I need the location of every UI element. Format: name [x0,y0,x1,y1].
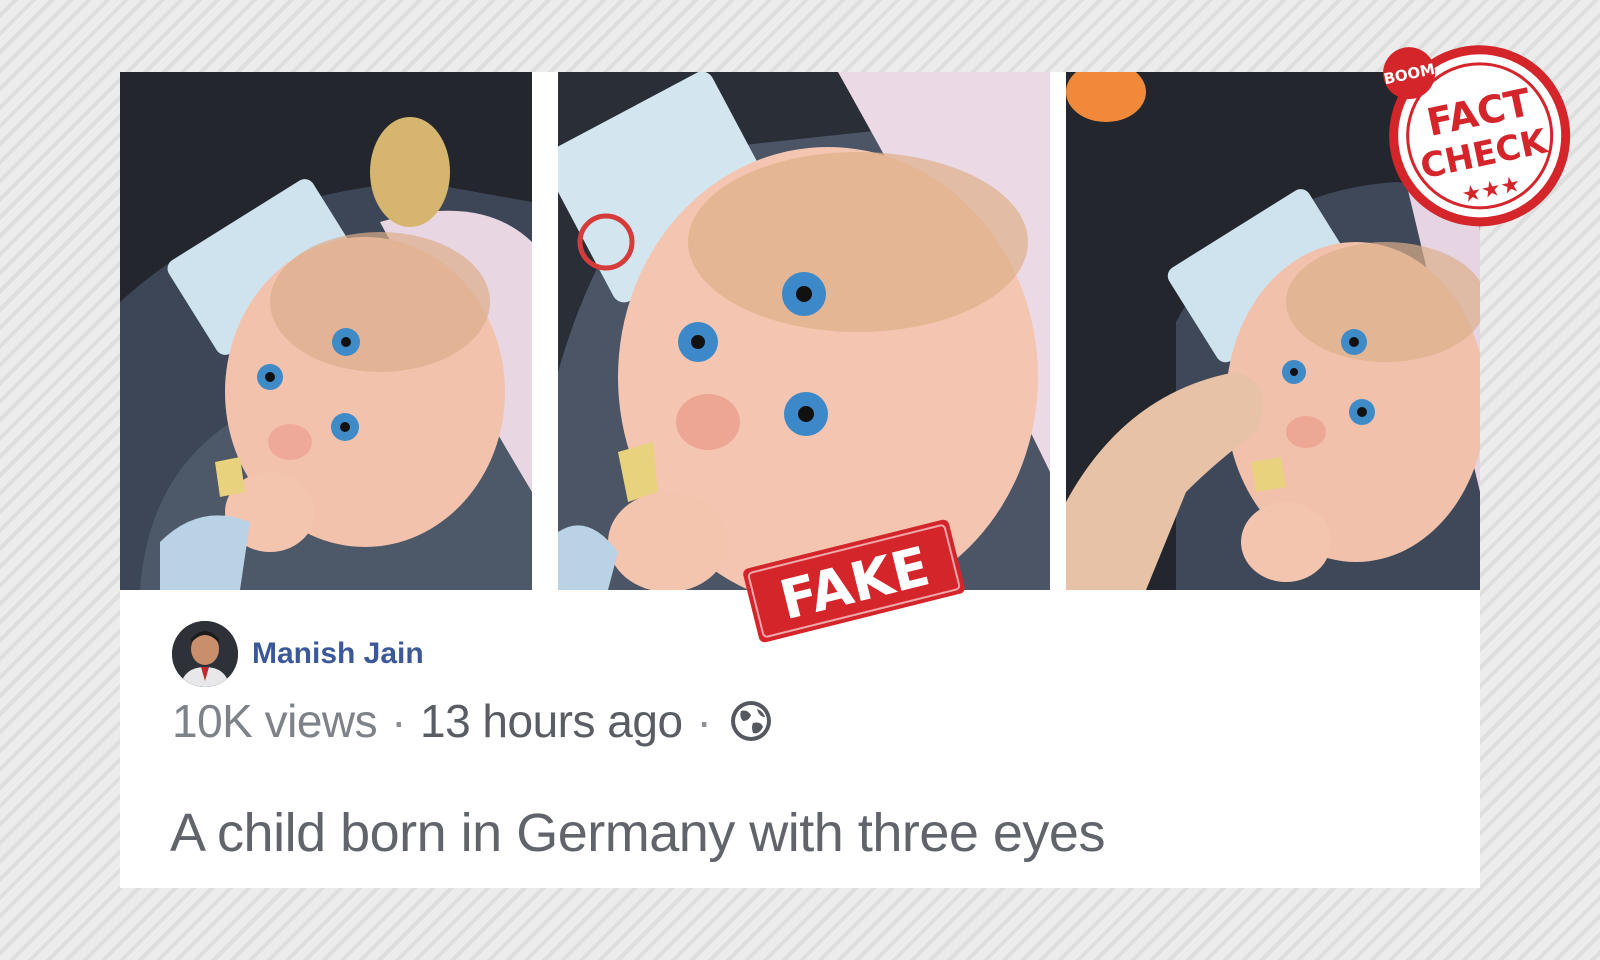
meta-separator: · [391,695,406,747]
view-count: 10K views [172,695,378,747]
avatar-image [172,621,238,687]
meta-separator: · [696,695,712,747]
author-name-link[interactable]: Manish Jain [252,637,424,671]
avatar[interactable] [172,621,238,687]
post-photo-1[interactable] [120,72,532,590]
post-meta-row: 10K views · 13 hours ago · [172,694,775,748]
post-timestamp[interactable]: 13 hours ago [420,694,683,748]
globe-icon[interactable] [727,697,775,745]
post-photo-2[interactable] [558,72,1050,590]
facebook-post-card: Manish Jain 10K views · 13 hours ago · A… [120,72,1480,888]
baby-photo-image [120,72,532,590]
fact-check-stamp: BOOM FACT CHECK ★★★ [1382,45,1571,227]
baby-photo-image [558,72,1050,590]
post-caption: A child born in Germany with three eyes [170,803,1105,863]
post-author-row: Manish Jain [172,620,424,688]
